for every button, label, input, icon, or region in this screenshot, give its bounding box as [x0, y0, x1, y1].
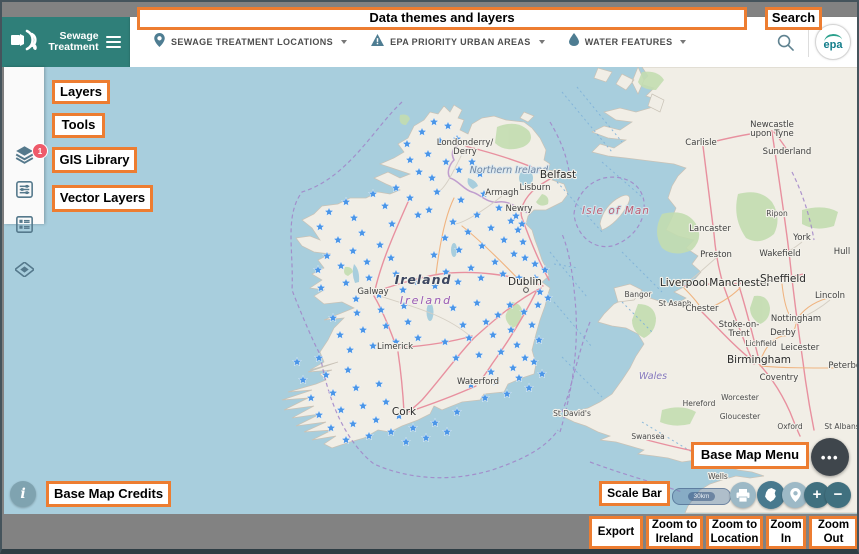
- map-label: Preston: [700, 250, 732, 260]
- basemap-menu-button[interactable]: •••: [811, 438, 849, 476]
- map-label: Dublin: [508, 276, 542, 288]
- map-label: Derby: [770, 328, 796, 338]
- sewage-pipe-icon: [11, 28, 41, 57]
- layers-icon: [15, 145, 33, 164]
- map-label: Ireland: [395, 272, 452, 287]
- chevron-down-icon: [341, 40, 348, 44]
- export-print-button[interactable]: [730, 482, 756, 508]
- chevron-down-icon: [538, 40, 545, 44]
- sidebar-item-gis-library[interactable]: [4, 207, 44, 241]
- map-label: Sunderland: [763, 147, 812, 157]
- plus-icon: +: [812, 486, 822, 503]
- scale-bar-widget: 30km: [672, 488, 731, 505]
- map-label: upon Tyne: [750, 129, 794, 139]
- menu-sewage-treatment-locations[interactable]: SEWAGE TREATMENT LOCATIONS: [154, 32, 348, 52]
- map-label: Bangor: [625, 290, 653, 299]
- map-label: Lancaster: [689, 224, 731, 234]
- map-label: Ripon: [766, 209, 788, 218]
- annotation-base-map-credits: Base Map Credits: [46, 481, 171, 507]
- map-label: Belfast: [540, 169, 576, 181]
- annotation-search: Search: [765, 7, 822, 30]
- annotation-gis-library: GIS Library: [52, 147, 137, 173]
- annotation-data-themes: Data themes and layers: [137, 7, 747, 30]
- map-label: Limerick: [377, 342, 413, 352]
- minus-icon: −: [833, 486, 843, 503]
- map-label: Worcester: [721, 393, 760, 402]
- toolbar-divider: [808, 27, 809, 57]
- layers-badge: 1: [32, 143, 48, 159]
- map-label: Trent: [727, 329, 750, 339]
- map-label: Sheffield: [760, 273, 806, 285]
- map-label: Gloucester: [720, 412, 761, 421]
- annotation-export: Export: [589, 516, 643, 549]
- annotation-layers: Layers: [52, 80, 110, 104]
- map-label: Hull: [834, 247, 851, 257]
- map-label: Newry: [505, 204, 532, 214]
- map-label: Leicester: [781, 343, 820, 353]
- map-label: Chester: [685, 304, 719, 314]
- annotation-zoom-to-location: Zoom to Location: [706, 516, 763, 549]
- map-label: Peterboro: [828, 361, 859, 371]
- vector-layers-icon: [14, 261, 34, 277]
- annotation-zoom-in: Zoom In: [766, 516, 806, 549]
- annotation-zoom-to-ireland: Zoom to Ireland: [646, 516, 703, 549]
- ireland-shape-icon: [764, 487, 776, 502]
- map-label: Waterford: [457, 377, 499, 387]
- annotation-tools: Tools: [52, 113, 105, 138]
- sidebar-item-layers[interactable]: 1: [4, 137, 48, 171]
- map-label: Northern Ireland: [470, 165, 549, 176]
- map-label: Lincoln: [815, 291, 845, 301]
- hamburger-menu-icon[interactable]: [105, 35, 121, 49]
- map-label: Lichfield: [745, 339, 777, 348]
- map-label: Cork: [392, 406, 417, 418]
- map-label: Hereford: [683, 399, 716, 408]
- sidebar-item-tools[interactable]: [4, 172, 44, 206]
- warning-triangle-icon: [371, 33, 385, 51]
- annotation-scale-bar: Scale Bar: [599, 481, 670, 506]
- map-label: Ireland: [400, 294, 452, 307]
- tools-icon: [15, 180, 33, 198]
- map-label: St David's: [553, 409, 591, 418]
- water-drop-icon: [568, 33, 579, 51]
- scale-bar-label: 30km: [687, 492, 716, 501]
- map-label: Oxford: [777, 422, 803, 431]
- gis-library-icon: [15, 215, 33, 233]
- map-label: Galway: [357, 287, 388, 297]
- sidebar-panel: 1: [4, 67, 48, 277]
- annotation-zoom-out: Zoom Out: [809, 516, 857, 549]
- chevron-down-icon: [680, 40, 687, 44]
- menu-water-features[interactable]: WATER FEATURES: [568, 33, 687, 51]
- app-logo-block: Sewage Treatment: [2, 17, 130, 67]
- search-icon[interactable]: [768, 25, 802, 59]
- map-label: Liverpool: [660, 277, 708, 289]
- app-title: Sewage Treatment: [48, 29, 99, 53]
- zoom-to-ireland-button[interactable]: [757, 481, 785, 509]
- map-label: Wells: [708, 472, 728, 481]
- map-label: Carlisle: [685, 138, 716, 148]
- app-window: Sewage Treatment SEWAGE TREATMENT LOCATI…: [0, 0, 859, 554]
- map-label: Armagh: [485, 188, 518, 198]
- map-label: Derry: [453, 147, 477, 157]
- map-label: York: [792, 233, 811, 243]
- map-label: Lisburn: [519, 183, 550, 193]
- annotation-vector-layers: Vector Layers: [52, 185, 153, 212]
- annotation-base-map-menu: Base Map Menu: [691, 442, 809, 469]
- location-pin-icon: [789, 488, 801, 502]
- map-label: Wales: [639, 371, 667, 382]
- map-label: Isle of Man: [582, 205, 650, 217]
- sidebar-item-vector-layers[interactable]: [4, 252, 44, 286]
- map-label: St Albans: [824, 422, 859, 431]
- map-label: Nottingham: [771, 314, 821, 324]
- map-label: Coventry: [760, 373, 799, 383]
- printer-icon: [736, 488, 750, 502]
- map-label: Swansea: [631, 432, 664, 441]
- info-button[interactable]: i: [10, 481, 36, 507]
- zoom-out-button[interactable]: −: [825, 482, 851, 508]
- menu-epa-priority-urban-areas[interactable]: EPA PRIORITY URBAN AREAS: [371, 33, 545, 51]
- map-label: Wakefield: [759, 249, 800, 259]
- location-pin-icon: [154, 32, 165, 52]
- map-label: Birmingham: [727, 354, 791, 366]
